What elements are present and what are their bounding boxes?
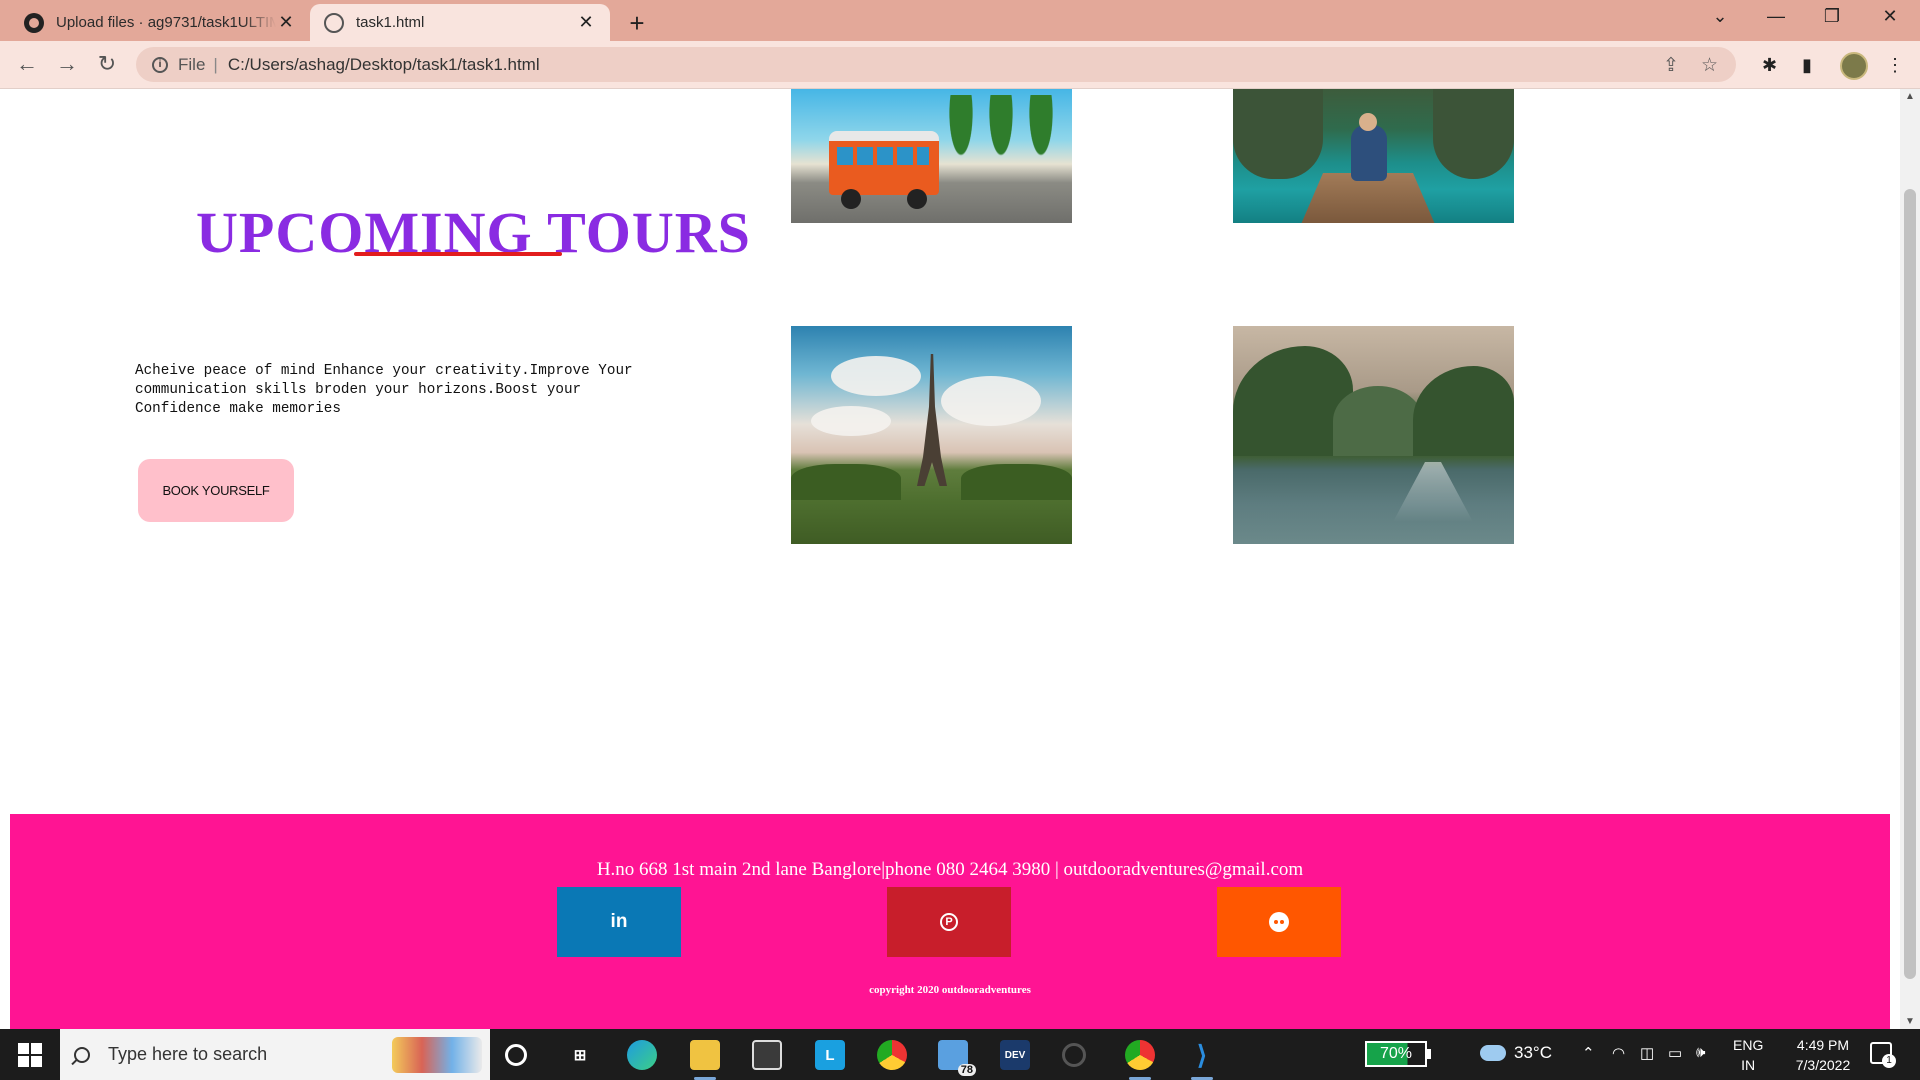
- chevron-up-icon[interactable]: ⌃: [1582, 1044, 1595, 1062]
- tab-task1[interactable]: task1.html ✕: [310, 4, 610, 41]
- page-scrollbar[interactable]: ▲ ▼: [1900, 89, 1920, 1029]
- battery-indicator[interactable]: 70%: [1365, 1041, 1431, 1067]
- new-tab-button[interactable]: +: [622, 8, 652, 39]
- store-icon[interactable]: [752, 1040, 782, 1070]
- weather-cloud-icon: [1480, 1045, 1506, 1061]
- browser-tab-strip: Upload files · ag9731/task1ULTIMATE ✕ ta…: [0, 0, 1920, 41]
- notification-icon[interactable]: 1: [1870, 1042, 1896, 1068]
- dev-app-icon[interactable]: DEV: [1000, 1040, 1030, 1070]
- clock-date: 7/3/2022: [1795, 1057, 1851, 1073]
- search-highlight-art: [392, 1037, 482, 1073]
- back-icon[interactable]: ←: [12, 49, 42, 79]
- reddit-button[interactable]: [1217, 887, 1341, 957]
- reload-icon[interactable]: ↻: [92, 49, 122, 79]
- notification-count: 1: [1882, 1054, 1896, 1068]
- clock-time: 4:49 PM: [1796, 1037, 1850, 1053]
- boat-lake-photo: [1233, 89, 1514, 223]
- weather-temp: 33°C: [1514, 1043, 1552, 1062]
- tab-title: Upload files · ag9731/task1ULTIMATE: [56, 14, 276, 31]
- language-line2: IN: [1741, 1057, 1756, 1073]
- minimize-icon[interactable]: —: [1756, 6, 1796, 27]
- page-viewport: UPCOMING TOURS Acheive peace of mind Enh…: [0, 89, 1900, 1029]
- share-icon[interactable]: ⇪: [1663, 54, 1679, 77]
- cortana-icon[interactable]: [505, 1044, 527, 1066]
- tab-search-icon[interactable]: ⌄: [1700, 6, 1740, 27]
- github-icon: [24, 12, 44, 33]
- scrollbar-thumb[interactable]: [1904, 189, 1916, 979]
- task-view-icon[interactable]: ⊞: [565, 1040, 595, 1070]
- globe-icon: [324, 12, 344, 33]
- volume-icon[interactable]: 🕪: [1696, 1044, 1705, 1061]
- battery-tray-icon[interactable]: ▭: [1668, 1044, 1682, 1062]
- address-scheme: File: [178, 54, 206, 74]
- browser-toolbar: ← → ↻ i File | C:/Users/ashag/Desktop/ta…: [0, 41, 1920, 89]
- spellcheck-underline: [354, 252, 562, 256]
- search-placeholder: Type here to search: [108, 1044, 268, 1064]
- forward-icon[interactable]: →: [52, 49, 82, 79]
- scroll-down-icon[interactable]: ▼: [1900, 1016, 1920, 1027]
- address-url[interactable]: C:/Users/ashag/Desktop/task1/task1.html: [228, 55, 540, 75]
- pinterest-icon: P: [940, 913, 958, 931]
- search-icon: [74, 1046, 90, 1063]
- beach-trolley-photo: [791, 89, 1072, 223]
- system-clock[interactable]: 4:49 PM 7/3/2022: [1778, 1035, 1868, 1075]
- restore-icon[interactable]: ❐: [1812, 6, 1852, 27]
- recorder-icon[interactable]: [1062, 1043, 1086, 1067]
- tagline-text: Acheive peace of mind Enhance your creat…: [135, 363, 633, 417]
- lens-app-icon[interactable]: L: [815, 1040, 845, 1070]
- linkedin-icon: in: [610, 911, 628, 932]
- book-yourself-button[interactable]: BOOK YOURSELF: [138, 459, 294, 522]
- address-separator: |: [213, 54, 218, 74]
- site-info-icon[interactable]: i: [152, 56, 168, 73]
- reddit-icon: [1269, 912, 1289, 932]
- scroll-up-icon[interactable]: ▲: [1900, 91, 1920, 102]
- language-indicator[interactable]: ENG IN: [1733, 1035, 1763, 1075]
- site-footer: H.no 668 1st main 2nd lane Banglore|phon…: [10, 814, 1890, 1029]
- river-valley-photo: [1233, 326, 1514, 544]
- side-panel-icon[interactable]: ▮: [1802, 55, 1812, 76]
- extensions-icon[interactable]: ✱: [1762, 55, 1777, 76]
- address-bar[interactable]: i File | C:/Users/ashag/Desktop/task1/ta…: [136, 47, 1736, 82]
- close-tab-icon[interactable]: ✕: [576, 12, 596, 33]
- chrome-running-icon[interactable]: [1125, 1040, 1155, 1080]
- copyright-text: copyright 2020 outdooradventures: [869, 984, 1031, 996]
- meet-now-icon[interactable]: ◫: [1640, 1044, 1654, 1062]
- weather-widget[interactable]: 33°C: [1480, 1043, 1552, 1063]
- windows-taskbar: Type here to search ⊞ L 78 DEV ⟩ 70% 33°…: [0, 1029, 1920, 1080]
- tab-title: task1.html: [356, 14, 425, 31]
- linkedin-button[interactable]: in: [557, 887, 681, 957]
- eiffel-tower-photo: [791, 326, 1072, 544]
- language-line1: ENG: [1733, 1037, 1764, 1053]
- mail-badge: 78: [957, 1064, 976, 1076]
- close-tab-icon[interactable]: ✕: [276, 12, 296, 33]
- menu-icon[interactable]: ⋮: [1886, 55, 1904, 76]
- contact-info: H.no 668 1st main 2nd lane Banglore|phon…: [596, 859, 1304, 880]
- taskbar-search-input[interactable]: Type here to search: [60, 1029, 490, 1080]
- vscode-icon[interactable]: ⟩: [1187, 1040, 1217, 1080]
- windows-start-icon[interactable]: [18, 1043, 42, 1067]
- pinterest-button[interactable]: P: [887, 887, 1011, 957]
- mail-icon[interactable]: 78: [938, 1040, 976, 1076]
- profile-avatar[interactable]: [1840, 52, 1868, 80]
- edge-icon[interactable]: [627, 1040, 657, 1070]
- tab-upload-files[interactable]: Upload files · ag9731/task1ULTIMATE ✕: [10, 4, 310, 41]
- wifi-icon[interactable]: ◠: [1612, 1044, 1625, 1062]
- file-explorer-icon[interactable]: [690, 1040, 720, 1080]
- chrome-icon[interactable]: [877, 1040, 907, 1070]
- close-window-icon[interactable]: ✕: [1870, 6, 1910, 27]
- bookmark-star-icon[interactable]: ☆: [1701, 54, 1718, 77]
